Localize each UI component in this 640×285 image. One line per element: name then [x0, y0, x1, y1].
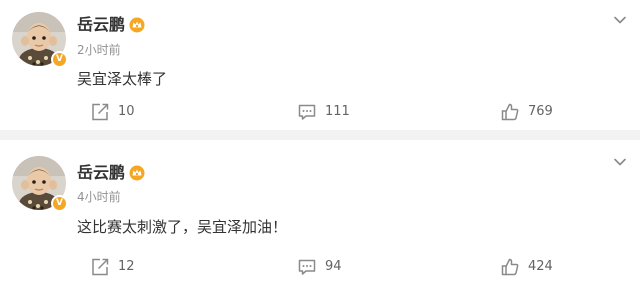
post-actions: 10 111 769 [0, 100, 640, 124]
like-button[interactable]: 424 [500, 255, 553, 279]
like-count: 424 [528, 259, 553, 274]
verified-icon: V [51, 51, 68, 68]
verified-icon: V [51, 195, 68, 212]
repost-button[interactable]: 12 [90, 255, 135, 279]
like-count: 769 [528, 104, 553, 119]
comment-count: 94 [325, 259, 342, 274]
post-content: 这比赛太刺激了，吴宜泽加油！ [77, 218, 288, 236]
repost-button[interactable]: 10 [90, 100, 135, 124]
repost-icon [90, 102, 110, 122]
post-actions: 12 94 424 [0, 255, 640, 279]
author-name-text: 岳云鹏 [77, 15, 126, 34]
author-name[interactable]: 岳云鹏 [77, 15, 145, 38]
like-button[interactable]: 769 [500, 100, 553, 124]
avatar[interactable]: V [12, 156, 68, 212]
post-card: V 岳云鹏 4小时前 这比赛太刺激了，吴宜泽加油！ 12 94 424 [0, 140, 640, 285]
repost-icon [90, 257, 110, 277]
like-icon [500, 102, 520, 122]
post-time: 2小时前 [77, 43, 121, 57]
chevron-down-icon[interactable] [612, 12, 628, 28]
like-icon [500, 257, 520, 277]
author-name[interactable]: 岳云鹏 [77, 163, 145, 186]
repost-count: 10 [118, 104, 135, 119]
comment-icon [297, 257, 317, 277]
comment-icon [297, 102, 317, 122]
avatar[interactable]: V [12, 12, 68, 68]
chevron-down-icon[interactable] [612, 154, 628, 170]
member-crown-icon[interactable] [129, 165, 145, 186]
post-card: V 岳云鹏 2小时前 吴宜泽太棒了 10 111 769 [0, 0, 640, 130]
post-divider [0, 130, 640, 140]
comment-button[interactable]: 94 [297, 255, 342, 279]
member-crown-icon[interactable] [129, 17, 145, 38]
comment-count: 111 [325, 104, 350, 119]
post-content: 吴宜泽太棒了 [77, 70, 168, 88]
repost-count: 12 [118, 259, 135, 274]
post-time: 4小时前 [77, 190, 121, 204]
author-name-text: 岳云鹏 [77, 163, 126, 182]
comment-button[interactable]: 111 [297, 100, 350, 124]
